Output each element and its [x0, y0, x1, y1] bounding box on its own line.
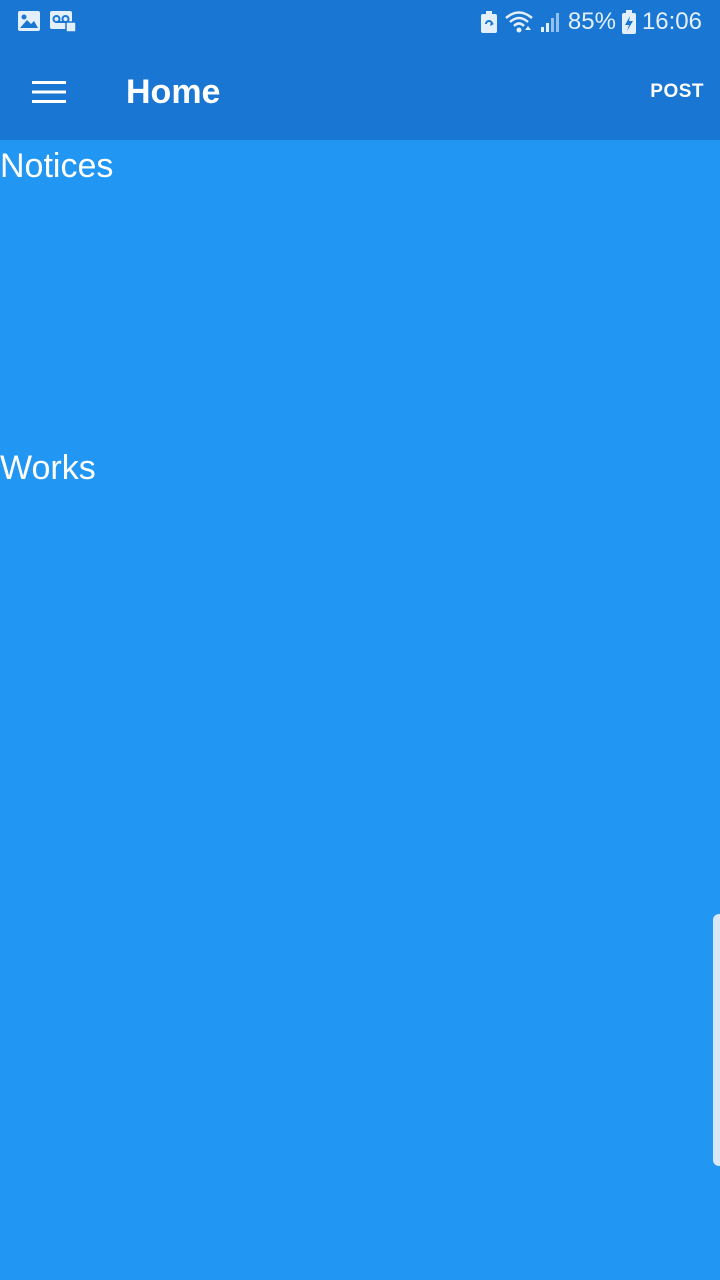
- status-bar: 85% 16:06: [0, 0, 720, 44]
- battery-charging-icon: [621, 10, 636, 34]
- hamburger-menu-icon: [32, 80, 66, 104]
- works-list: [0, 494, 720, 1274]
- page-title: Home: [126, 73, 221, 111]
- edge-panel-handle[interactable]: [713, 914, 720, 1166]
- menu-button[interactable]: [17, 60, 81, 124]
- notices-heading: Notices: [0, 147, 114, 185]
- wifi-icon: [504, 10, 534, 34]
- main-content: Notices Works: [0, 140, 720, 1280]
- notices-list: [0, 192, 720, 442]
- signal-icon: [540, 11, 562, 33]
- notification-icons: [17, 10, 77, 32]
- battery-percent: 85%: [567, 8, 616, 35]
- app-bar: Home POST: [0, 44, 720, 140]
- battery-saver-icon: [480, 11, 498, 33]
- voicemail-icon: [49, 10, 77, 32]
- post-button[interactable]: POST: [650, 68, 704, 116]
- image-notification-icon: [17, 10, 41, 32]
- works-heading: Works: [0, 449, 96, 487]
- clock: 16:06: [641, 8, 702, 35]
- system-status: 85% 16:06: [480, 0, 702, 44]
